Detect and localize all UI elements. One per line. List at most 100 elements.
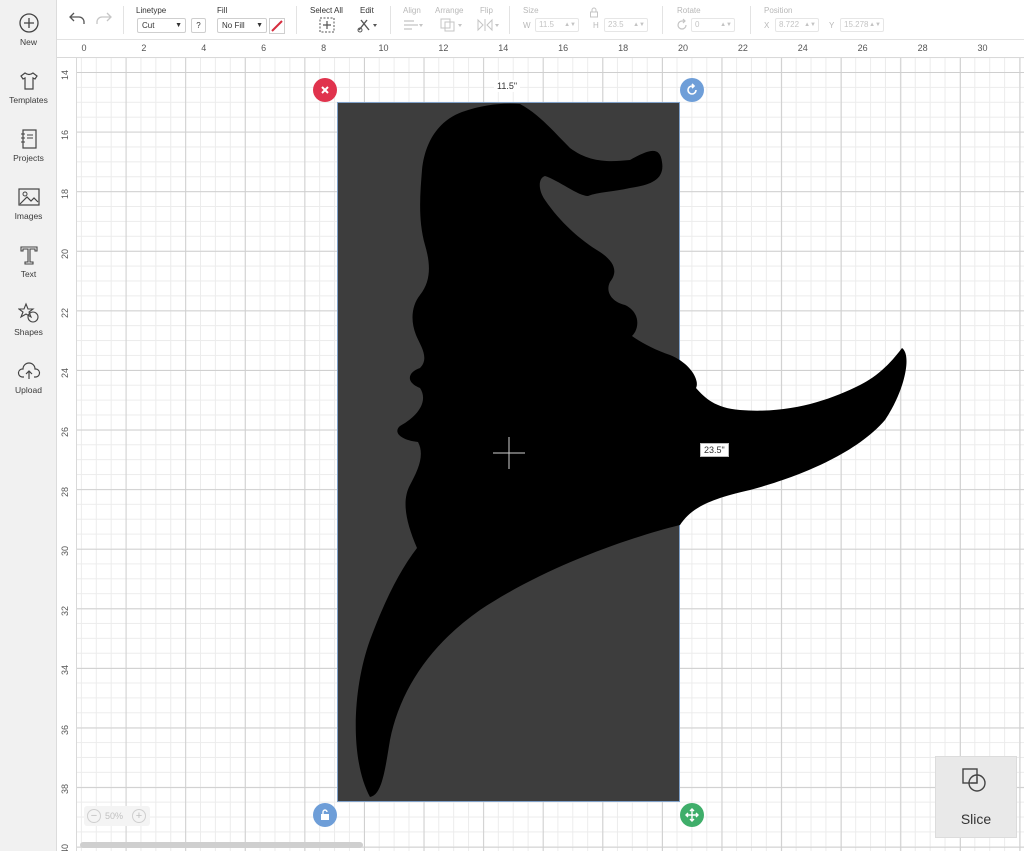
ruler-tick-label: 20 [60,248,70,259]
position-y-value: 15.278 [844,20,869,29]
ruler-tick-label: 22 [737,43,748,53]
width-value: 11.5 [539,20,554,29]
toolbar-divider [390,6,391,34]
ruler-tick-label: 20 [677,43,689,53]
caret-down-icon: ▼ [175,22,182,29]
notebook-icon [20,129,37,149]
sidebar-item-new[interactable]: New [0,12,57,62]
ruler-tick-label: 30 [60,545,70,556]
ruler-tick-label: 22 [60,307,70,318]
position-x-letter: X [764,21,770,30]
edit-label: Edit [360,6,374,15]
spinner-icon: ▲▼ [564,22,576,28]
slice-button[interactable]: Slice [935,756,1017,838]
lock-open-icon [321,809,329,820]
top-toolbar: Linetype Cut ▼ ? Fill No Fill ▼ Select All… [57,0,1024,40]
flip-icon[interactable] [476,17,502,33]
linetype-value: Cut [142,21,155,30]
spinner-icon: ▲▼ [633,22,645,28]
rotate-label: Rotate [677,6,701,15]
align-label: Align [403,6,421,15]
ruler-tick-label: 30 [977,43,988,53]
select-all-icon[interactable] [319,17,335,33]
align-icon[interactable] [402,18,426,32]
sidebar-item-templates[interactable]: Templates [0,70,57,120]
lock-proportions-handle[interactable] [313,803,337,827]
resize-arrows-icon [685,808,699,822]
plus-circle-icon [18,13,39,33]
ruler-tick-label: 34 [60,664,70,675]
arrange-label: Arrange [435,6,464,15]
sidebar-item-images[interactable]: Images [0,186,57,236]
linetype-select[interactable]: Cut ▼ [137,18,186,33]
sidebar-item-shapes[interactable]: Shapes [0,302,57,352]
selected-image-bounding-box[interactable] [337,102,680,802]
width-dimension-tag: 11.5" [494,80,521,92]
zoom-out-button[interactable]: − [87,809,101,823]
height-input[interactable]: 23.5 ▲▼ [604,18,648,32]
lock-icon[interactable] [589,7,599,18]
size-h-letter: H [593,21,599,30]
ruler-tick-label: 8 [321,43,327,53]
zoom-in-button[interactable]: + [132,809,146,823]
spinner-icon: ▲▼ [804,22,816,28]
size-w-letter: W [523,21,531,30]
vertical-ruler: 14 16 18 20 22 24 26 28 30 32 34 36 38 40 [57,58,77,851]
sidebar-item-label: Images [14,211,43,221]
resize-handle[interactable] [680,803,704,827]
undo-icon[interactable] [67,10,87,26]
caret-down-icon: ▼ [256,22,263,29]
horizontal-ruler: 0 2 4 6 8 10 12 14 16 18 20 22 24 26 28 30 [57,40,1024,58]
image-icon [17,188,40,206]
rotate-handle[interactable] [680,78,704,102]
fill-value: No Fill [222,21,245,30]
sidebar-item-label: Projects [13,153,44,163]
ruler-tick-label: 14 [498,43,509,53]
sidebar-item-label: Shapes [14,327,43,337]
position-label: Position [764,6,793,15]
position-y-input[interactable]: 15.278 ▲▼ [840,18,884,32]
ruler-tick-label: 14 [60,69,70,80]
spinner-icon: ▲▼ [720,22,732,28]
ruler-tick-label: 26 [857,43,868,53]
linetype-help-button[interactable]: ? [191,18,206,33]
redo-icon[interactable] [94,10,114,26]
zoom-level: 50% [105,811,124,821]
toolbar-divider [123,6,124,34]
sidebar-item-label: Upload [15,385,42,395]
slice-icon [962,768,986,792]
shapes-icon [17,302,39,323]
select-all-label: Select All [310,6,343,15]
rotate-icon [687,83,697,95]
toolbar-divider [750,6,751,34]
sidebar-item-label: New [19,37,37,47]
height-value: 23.5 [608,20,624,29]
fill-label: Fill [217,6,228,15]
horizontal-scrollbar[interactable] [80,842,363,848]
sidebar-item-upload[interactable]: Upload [0,360,57,410]
arrange-icon[interactable] [439,17,465,33]
close-icon [321,86,329,94]
ruler-tick-label: 38 [60,783,70,794]
ruler-tick-label: 24 [60,367,70,378]
ruler-tick-label: 18 [618,43,629,53]
ruler-tick-label: 16 [60,129,70,140]
ruler-tick-label: 36 [60,724,70,735]
ruler-tick-label: 40 [60,843,70,851]
sidebar-item-text[interactable]: Text [0,244,57,294]
delete-handle[interactable] [313,78,337,102]
fill-select[interactable]: No Fill ▼ [217,18,267,33]
ruler-tick-label: 16 [558,43,569,53]
edit-tools-icon[interactable] [356,17,380,33]
ruler-tick-label: 24 [797,43,808,53]
sidebar-item-projects[interactable]: Projects [0,128,57,178]
fill-color-swatch-icon[interactable] [269,18,285,34]
rotate-input[interactable]: 0 ▲▼ [691,18,735,32]
shirt-icon [19,72,38,90]
width-input[interactable]: 11.5 ▲▼ [535,18,579,32]
ruler-tick-label: 12 [438,43,449,53]
rotate-value: 0 [695,20,700,29]
position-x-value: 8.722 [779,20,800,29]
sidebar-item-label: Templates [9,95,48,105]
position-x-input[interactable]: 8.722 ▲▼ [775,18,819,32]
